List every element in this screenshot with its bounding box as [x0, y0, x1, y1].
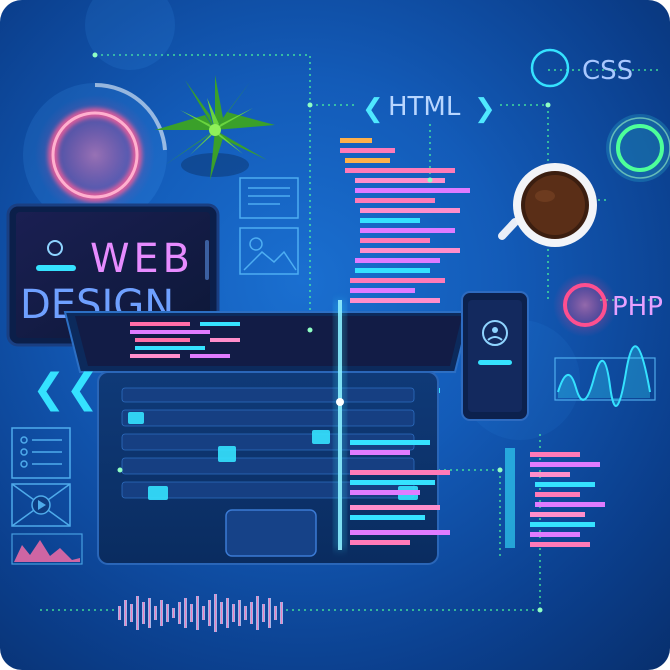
code-lines-right	[505, 448, 605, 548]
double-chevron-left-icon: ❮❮	[32, 366, 99, 412]
html-chevron-left-icon: ❮	[362, 94, 384, 124]
html-label: ❮ HTML ❯	[362, 92, 496, 124]
coffee-cup-icon	[498, 163, 597, 247]
tablet-title-web: WEB	[90, 236, 190, 282]
html-chevron-right-icon: ❯	[474, 94, 496, 124]
mini-area-chart-icon	[11, 533, 83, 565]
document-card-icon	[239, 177, 299, 275]
css-text: CSS	[582, 56, 633, 86]
css-label: CSS	[530, 48, 633, 88]
smartphone	[461, 291, 529, 421]
audio-waveform-icon	[118, 594, 283, 632]
web-design-illustration: WEB DESIGN ❮ HTML ❯ CSS PHP ❮❮	[6, 0, 670, 632]
laptop	[63, 300, 472, 565]
plant-icon	[155, 75, 275, 180]
illustration-frame: WEB DESIGN ❮ HTML ❯ CSS PHP ❮❮	[0, 0, 670, 670]
left-ui-widgets	[11, 427, 71, 527]
php-label: PHP	[553, 273, 663, 337]
php-text: PHP	[612, 292, 663, 322]
green-ring-icon	[606, 114, 670, 182]
html-text: HTML	[388, 92, 461, 122]
